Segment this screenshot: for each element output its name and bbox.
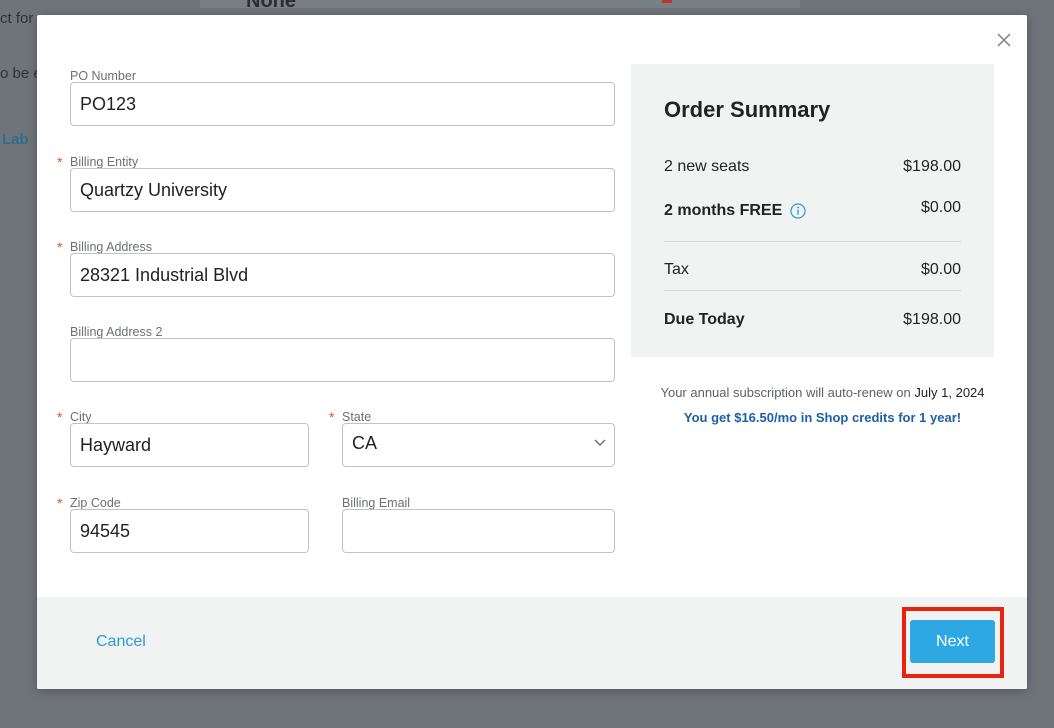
info-icon[interactable] [790,203,806,224]
city-label: City [70,410,92,424]
shop-credits-note: You get $16.50/mo in Shop credits for 1 … [683,410,962,425]
billing-entity-input[interactable]: Quartzy University [70,168,615,212]
city-input[interactable]: Hayward [70,423,309,467]
billing-email-label: Billing Email [342,496,411,510]
summary-row-label: 2 months FREE [664,202,783,219]
cancel-button[interactable]: Cancel [96,633,146,651]
billing-email-input[interactable] [342,509,615,553]
po-number-input[interactable]: PO123 [70,82,615,126]
required-marker: * [57,154,63,170]
summary-row-amount: $0.00 [920,261,961,278]
state-select-value: CA [352,433,378,453]
summary-row-amount: $198.00 [903,311,961,328]
billing-address-input[interactable]: 28321 Industrial Blvd [70,253,615,297]
state-select[interactable]: CA [342,423,615,467]
state-label: State [342,410,372,424]
po-number-label: PO Number [70,69,136,83]
background-value-none: None [246,0,296,12]
summary-row-amount: $198.00 [903,158,961,175]
required-marker: * [329,409,335,425]
auto-renew-note: Your annual subscription will auto-renew… [631,385,1014,400]
background-text-2: o be e [0,65,42,82]
next-button[interactable]: Next [910,620,995,663]
summary-divider [664,241,961,242]
order-summary-title: Order Summary [664,97,831,122]
zip-code-input[interactable]: 94545 [70,509,309,553]
summary-row-label: Due Today [664,311,745,328]
background-red-mark [662,0,672,3]
summary-row-label: Tax [664,261,689,278]
required-marker: * [57,495,63,511]
billing-address-2-label: Billing Address 2 [70,325,163,339]
close-icon [997,33,1011,47]
order-summary-panel: Order Summary 2 new seats $198.00 2 mont… [631,64,994,357]
modal-footer: Cancel Next [37,597,1027,689]
auto-renew-text: Your annual subscription will auto-renew… [660,385,911,400]
summary-row-label: 2 new seats [664,158,750,175]
summary-divider [664,290,961,291]
auto-renew-date: July 1, 2024 [914,385,985,400]
billing-entity-label: Billing Entity [70,155,139,169]
required-marker: * [57,409,63,425]
background-lab-link: Lab [2,131,29,148]
background-text-1: ct for [0,10,34,27]
summary-row-tax: Tax $0.00 [664,261,961,279]
summary-row-seats: 2 new seats $198.00 [664,158,961,176]
checkout-modal: PO Number PO123 * Billing Entity Quartzy… [37,15,1027,689]
zip-code-label: Zip Code [70,496,121,510]
required-marker: * [57,239,63,255]
summary-row-due-today: Due Today $198.00 [664,311,961,329]
close-button[interactable] [995,31,1013,49]
billing-address-2-input[interactable] [70,338,615,382]
billing-address-label: Billing Address [70,240,152,254]
chevron-down-icon [594,439,606,446]
summary-row-free-months: 2 months FREE $0.00 [664,199,961,220]
summary-row-amount: $0.00 [920,199,961,216]
